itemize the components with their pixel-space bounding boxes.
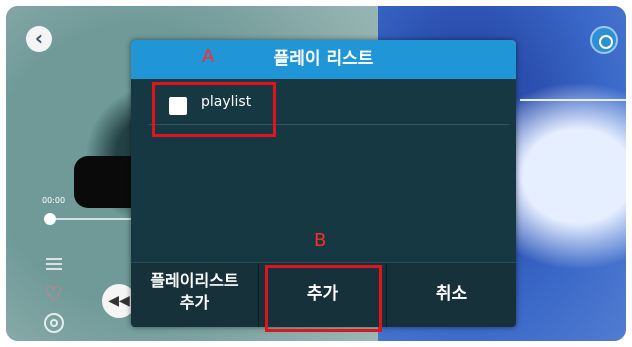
heart-icon[interactable]: ♡ xyxy=(44,284,63,305)
dialog-title: 플레이 리스트 xyxy=(131,40,516,79)
annotation-label-a: A xyxy=(202,46,215,67)
cancel-button[interactable]: 취소 xyxy=(387,263,516,327)
add-playlist-label-line2: 추가 xyxy=(179,293,210,312)
back-icon: ‹ xyxy=(34,26,44,50)
divider-line xyxy=(520,99,626,101)
seek-knob[interactable] xyxy=(44,213,56,225)
seek-bar[interactable] xyxy=(44,218,134,220)
current-time: 00:00 xyxy=(42,196,66,205)
target-icon[interactable] xyxy=(44,313,64,333)
add-playlist-button[interactable]: 플레이리스트 추가 xyxy=(131,263,259,327)
annotation-box-a xyxy=(152,82,276,137)
settings-icon[interactable] xyxy=(590,26,618,54)
back-button[interactable]: ‹ xyxy=(26,26,52,52)
annotation-label-b: B xyxy=(314,230,327,251)
menu-icon[interactable] xyxy=(46,258,62,272)
annotation-box-b xyxy=(265,265,382,332)
previous-icon: ◀◀ xyxy=(108,293,130,309)
add-playlist-label-line1: 플레이리스트 xyxy=(150,271,239,290)
